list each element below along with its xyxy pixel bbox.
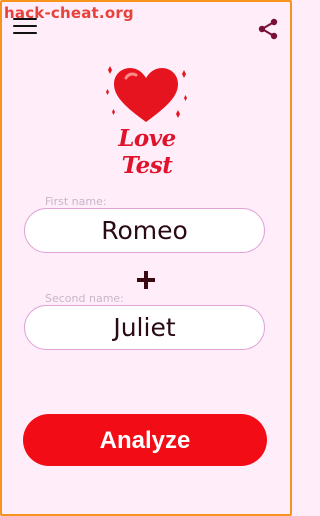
first-name-label: First name: (45, 195, 107, 208)
analyze-button[interactable]: Analyze (23, 414, 267, 466)
share-icon[interactable] (256, 17, 280, 41)
second-name-label: Second name: (45, 292, 124, 305)
hamburger-menu-icon[interactable] (13, 18, 37, 36)
second-name-field[interactable] (24, 305, 265, 350)
app-logo-title: Love Test (118, 125, 176, 179)
first-name-field[interactable] (24, 208, 265, 253)
plus-icon (137, 271, 155, 289)
